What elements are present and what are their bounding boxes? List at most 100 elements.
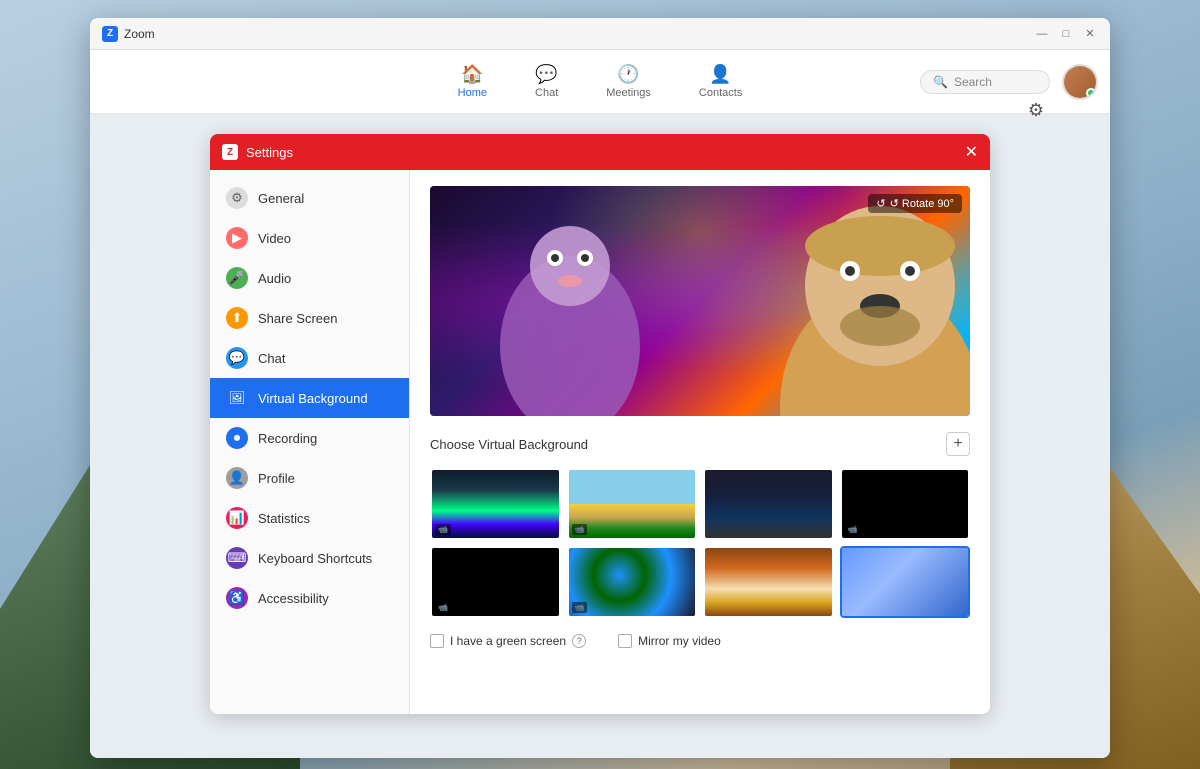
title-bar-controls: — □ ✕: [1034, 26, 1098, 42]
bg-earth-thumb[interactable]: 📹: [567, 546, 698, 618]
sidebar-keyboard-label: Keyboard Shortcuts: [258, 551, 372, 566]
rotate-icon: ↺: [876, 197, 885, 210]
settings-body: ⚙ General ▶ Video 🎤 Audio ⬆ Share Screen: [210, 170, 990, 714]
green-screen-help-icon[interactable]: ?: [572, 634, 586, 648]
sidebar-audio-label: Audio: [258, 271, 291, 286]
accessibility-icon: ♿: [226, 587, 248, 609]
close-button[interactable]: ✕: [1082, 26, 1098, 42]
sidebar-vbg-label: Virtual Background: [258, 391, 368, 406]
virtual-bg-icon: 🖼: [226, 387, 248, 409]
app-title: Zoom: [124, 27, 155, 41]
rotate-label: ↺ Rotate 90°: [890, 197, 954, 210]
gear-settings-icon[interactable]: ⚙: [1028, 114, 1044, 121]
mirror-video-checkbox[interactable]: [618, 634, 632, 648]
sidebar-item-recording[interactable]: ⏺ Recording: [210, 418, 409, 458]
bg-beach-video-icon: 📹: [572, 524, 588, 535]
audio-icon: 🎤: [226, 267, 248, 289]
settings-close-button[interactable]: ✕: [965, 142, 978, 162]
sidebar-profile-label: Profile: [258, 471, 295, 486]
share-screen-icon: ⬆: [226, 307, 248, 329]
statistics-icon: 📊: [226, 507, 248, 529]
settings-title: Settings: [246, 145, 293, 160]
add-icon: +: [953, 435, 962, 453]
bg-space-thumb[interactable]: [703, 468, 834, 540]
green-screen-label: I have a green screen: [450, 634, 566, 648]
add-background-button[interactable]: +: [946, 432, 970, 456]
online-status-dot: [1086, 88, 1096, 98]
general-icon: ⚙: [226, 187, 248, 209]
avatar[interactable]: [1062, 64, 1098, 100]
bg-beach-thumb[interactable]: 📹: [567, 468, 698, 540]
bg-black1-image: [842, 470, 969, 538]
sidebar-item-share-screen[interactable]: ⬆ Share Screen: [210, 298, 409, 338]
sidebar-item-profile[interactable]: 👤 Profile: [210, 458, 409, 498]
tab-meetings-label: Meetings: [606, 87, 651, 99]
bg-aurora-video-icon: 📹: [435, 524, 451, 535]
video-preview: ↺ ↺ Rotate 90°: [430, 186, 970, 416]
sidebar-item-keyboard-shortcuts[interactable]: ⌨ Keyboard Shortcuts: [210, 538, 409, 578]
search-icon: 🔍: [933, 75, 948, 89]
sidebar-item-accessibility[interactable]: ♿ Accessibility: [210, 578, 409, 618]
keyboard-icon: ⌨: [226, 547, 248, 569]
tab-home-label: Home: [458, 87, 487, 99]
main-toolbar: 🏠 Home 💬 Chat 🕐 Meetings 👤 Contacts 🔍 Se…: [90, 50, 1110, 114]
bg-space-image: [705, 470, 832, 538]
bg-room-thumb[interactable]: [703, 546, 834, 618]
chat-nav-icon: 💬: [535, 64, 557, 85]
video-icon: ▶: [226, 227, 248, 249]
settings-header: Z Settings ✕: [210, 134, 990, 170]
bg-black1-video-icon: 📹: [845, 524, 861, 535]
search-box[interactable]: 🔍 Search: [920, 70, 1050, 94]
settings-main-content: ↺ ↺ Rotate 90° Choose Virtual Background…: [410, 170, 990, 714]
background-grid: 📹 📹 📹: [430, 468, 970, 618]
bg-black1-thumb[interactable]: 📹: [840, 468, 971, 540]
nav-tabs: 🏠 Home 💬 Chat 🕐 Meetings 👤 Contacts: [450, 60, 751, 103]
sidebar-accessibility-label: Accessibility: [258, 591, 329, 606]
bg-earth-image: [569, 548, 696, 616]
sidebar-share-label: Share Screen: [258, 311, 338, 326]
sidebar-item-virtual-background[interactable]: 🖼 Virtual Background: [210, 378, 409, 418]
home-icon: 🏠: [461, 64, 483, 85]
green-screen-checkbox[interactable]: [430, 634, 444, 648]
sidebar-chat-label: Chat: [258, 351, 285, 366]
checkbox-row: I have a green screen ? Mirror my video: [430, 634, 970, 648]
profile-icon: 👤: [226, 467, 248, 489]
title-bar: Z Zoom — □ ✕: [90, 18, 1110, 50]
sidebar-item-general[interactable]: ⚙ General: [210, 178, 409, 218]
sidebar-item-audio[interactable]: 🎤 Audio: [210, 258, 409, 298]
sidebar-item-chat[interactable]: 💬 Chat: [210, 338, 409, 378]
content-area: ⚙ Z Settings ✕ ⚙ General ▶ Vid: [90, 114, 1110, 758]
settings-sidebar: ⚙ General ▶ Video 🎤 Audio ⬆ Share Screen: [210, 170, 410, 714]
rotate-button[interactable]: ↺ ↺ Rotate 90°: [868, 194, 962, 213]
title-bar-logo: Z Zoom: [102, 26, 155, 42]
zoom-logo-icon: Z: [102, 26, 118, 42]
minimize-button[interactable]: —: [1034, 26, 1050, 42]
bg-beach-image: [569, 470, 696, 538]
tab-chat-label: Chat: [535, 87, 558, 99]
search-label: Search: [954, 75, 992, 89]
bg-room-image: [705, 548, 832, 616]
green-screen-checkbox-item: I have a green screen ?: [430, 634, 586, 648]
sidebar-item-statistics[interactable]: 📊 Statistics: [210, 498, 409, 538]
tab-home[interactable]: 🏠 Home: [450, 60, 495, 103]
tab-chat[interactable]: 💬 Chat: [527, 60, 566, 103]
bg-earth-video-icon: 📹: [572, 602, 588, 613]
bg-black2-thumb[interactable]: 📹: [430, 546, 561, 618]
chat-icon: 💬: [226, 347, 248, 369]
tab-contacts[interactable]: 👤 Contacts: [691, 60, 750, 103]
sidebar-item-video[interactable]: ▶ Video: [210, 218, 409, 258]
bg-aurora-thumb[interactable]: 📹: [430, 468, 561, 540]
bg-section-header: Choose Virtual Background +: [430, 432, 970, 456]
bg-aurora-image: [432, 470, 559, 538]
mirror-video-checkbox-item: Mirror my video: [618, 634, 721, 648]
settings-modal: Z Settings ✕ ⚙ General ▶ Video: [210, 134, 990, 714]
bg-person-thumb[interactable]: [840, 546, 971, 618]
mirror-video-label: Mirror my video: [638, 634, 721, 648]
sidebar-general-label: General: [258, 191, 304, 206]
app-window: Z Zoom — □ ✕ 🏠 Home 💬 Chat 🕐 Meetings: [90, 18, 1110, 758]
contacts-icon: 👤: [709, 64, 731, 85]
sidebar-stats-label: Statistics: [258, 511, 310, 526]
maximize-button[interactable]: □: [1058, 26, 1074, 42]
tab-meetings[interactable]: 🕐 Meetings: [598, 60, 659, 103]
bg-section-title: Choose Virtual Background: [430, 437, 588, 452]
